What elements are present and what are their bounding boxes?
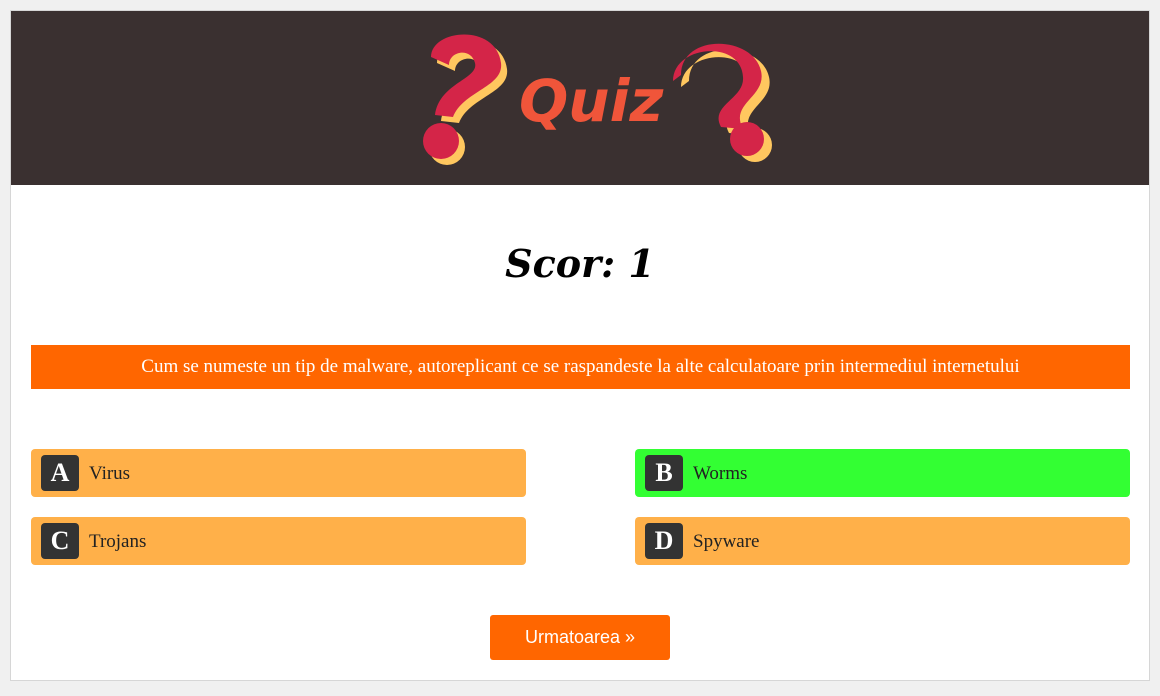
answer-option-c[interactable]: C Trojans [31,517,526,565]
question-text: Cum se numeste un tip de malware, autore… [31,345,1130,389]
answer-option-d[interactable]: D Spyware [635,517,1130,565]
answer-letter-badge: B [645,455,683,491]
answer-label: Trojans [89,531,147,552]
answer-letter-badge: C [41,523,79,559]
answer-letter-badge: A [41,455,79,491]
next-question-button[interactable]: Urmatoarea » [490,615,670,660]
score-display: Scor: 1 [505,241,655,286]
quiz-container: Quiz Scor: 1 Cum se numeste un tip de ma… [10,10,1150,681]
quiz-logo: Quiz [423,34,772,165]
answer-label: Virus [89,463,131,484]
answer-option-a[interactable]: A Virus [31,449,526,497]
answer-label: Worms [693,463,748,484]
answer-option-b[interactable]: B Worms [635,449,1130,497]
header-banner: Quiz [11,11,1149,185]
answer-letter-badge: D [645,523,683,559]
logo-text: Quiz [519,67,663,135]
answer-label: Spyware [693,531,760,552]
